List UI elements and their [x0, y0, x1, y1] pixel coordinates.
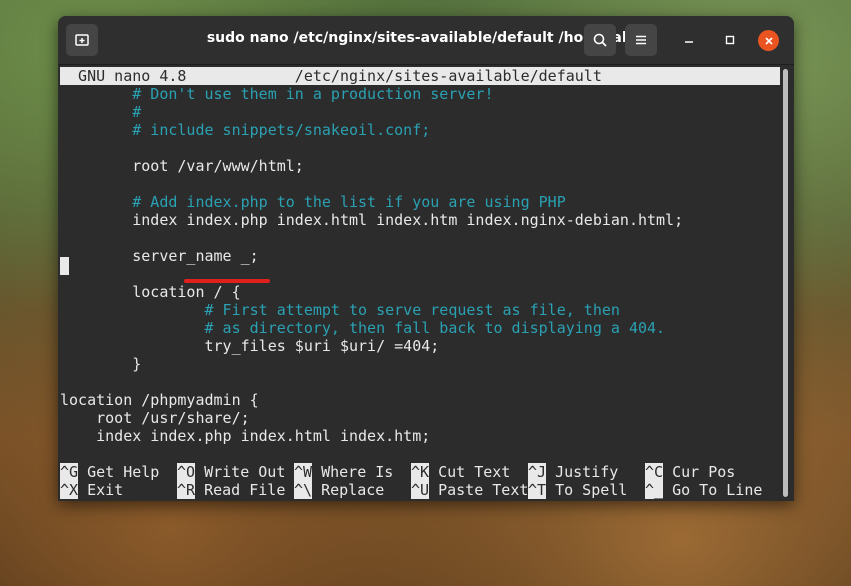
shortcut-label: Write Out — [195, 463, 286, 481]
vertical-scrollbar[interactable] — [783, 69, 788, 497]
code-line: root /usr/share/; — [60, 409, 250, 427]
minimize-icon — [685, 41, 693, 43]
shortcut-write-out[interactable]: ^O Write Out — [177, 463, 285, 481]
code-line: # Add index.php to the list if you are u… — [60, 193, 566, 211]
code-line: index index.php index.html index.htm; — [60, 427, 431, 445]
highlight-underline — [184, 279, 270, 283]
text-cursor — [60, 257, 69, 275]
shortcut-key: ^X — [60, 481, 79, 499]
terminal-content[interactable]: GNU nano 4.8 /etc/nginx/sites-available/… — [58, 65, 794, 501]
menu-button[interactable] — [625, 24, 657, 56]
close-icon — [764, 36, 773, 45]
code-line: try_files $uri $uri/ =404; — [60, 337, 440, 355]
close-button[interactable] — [758, 30, 779, 51]
shortcut-exit[interactable]: ^X Exit — [60, 481, 123, 499]
nano-shortcut-bar: ^G Get Help ^O Write Out ^W Where Is ^K … — [60, 463, 790, 499]
shortcut-key: ^C — [645, 463, 664, 481]
shortcut-label: Justify — [546, 463, 619, 481]
code-line: server_name _; — [60, 247, 259, 265]
shortcut-label: Read File — [195, 481, 286, 499]
shortcut-key: ^U — [411, 481, 430, 499]
code-line: location / { — [60, 283, 241, 301]
shortcut-cut-text[interactable]: ^K Cut Text — [411, 463, 510, 481]
shortcut-label: Get Help — [78, 463, 160, 481]
shortcut-paste-text[interactable]: ^U Paste Text — [411, 481, 528, 499]
code-line: # Don't use them in a production server! — [60, 85, 494, 103]
maximize-button[interactable] — [720, 30, 740, 50]
shortcut-key: ^W — [294, 463, 313, 481]
code-line: # include snippets/snakeoil.conf; — [60, 121, 431, 139]
search-icon — [593, 33, 607, 47]
search-button[interactable] — [584, 24, 616, 56]
hamburger-menu-icon — [636, 35, 646, 45]
shortcut-justify[interactable]: ^J Justify — [528, 463, 618, 481]
shortcut-label: Exit — [78, 481, 124, 499]
shortcut-get-help[interactable]: ^G Get Help — [60, 463, 159, 481]
shortcut-go-to-line[interactable]: ^_ Go To Line — [645, 481, 762, 499]
shortcut-key: ^_ — [645, 481, 664, 499]
maximize-icon — [725, 35, 735, 45]
shortcut-to-spell[interactable]: ^T To Spell — [528, 481, 627, 499]
code-line: # First attempt to serve request as file… — [60, 301, 620, 319]
shortcut-row: ^X Exit ^R Read File ^\ Replace ^U Paste… — [60, 481, 790, 499]
shortcut-label: Replace — [312, 481, 385, 499]
code-line: location /phpmyadmin { — [60, 391, 259, 409]
shortcut-row: ^G Get Help ^O Write Out ^W Where Is ^K … — [60, 463, 790, 481]
code-line: # as directory, then fall back to displa… — [60, 319, 666, 337]
shortcut-key: ^T — [528, 481, 547, 499]
shortcut-key: ^R — [177, 481, 196, 499]
nano-header-bar: GNU nano 4.8 /etc/nginx/sites-available/… — [60, 67, 780, 85]
shortcut-key: ^\ — [294, 481, 313, 499]
shortcut-cur-pos[interactable]: ^C Cur Pos — [645, 463, 735, 481]
shortcut-label: Cut Text — [429, 463, 511, 481]
editor-buffer[interactable]: # Don't use them in a production server!… — [60, 85, 780, 445]
new-tab-button[interactable] — [66, 24, 98, 56]
shortcut-key: ^K — [411, 463, 430, 481]
new-tab-icon — [75, 34, 89, 46]
code-line: } — [60, 355, 142, 373]
shortcut-replace[interactable]: ^\ Replace — [294, 481, 384, 499]
code-line: # — [60, 103, 142, 121]
shortcut-where-is[interactable]: ^W Where Is — [294, 463, 393, 481]
shortcut-key: ^G — [60, 463, 79, 481]
shortcut-label: Where Is — [312, 463, 394, 481]
code-line: root /var/www/html; — [60, 157, 304, 175]
shortcut-key: ^O — [177, 463, 196, 481]
shortcut-read-file[interactable]: ^R Read File — [177, 481, 285, 499]
shortcut-label: Cur Pos — [663, 463, 736, 481]
minimize-button[interactable] — [679, 30, 699, 50]
shortcut-label: Go To Line — [663, 481, 763, 499]
shortcut-label: To Spell — [546, 481, 628, 499]
shortcut-key: ^J — [528, 463, 547, 481]
code-line-index: index index.php index.html index.htm ind… — [60, 211, 684, 229]
title-bar[interactable]: sudo nano /etc/nginx/sites-available/def… — [58, 16, 794, 65]
shortcut-label: Paste Text — [429, 481, 529, 499]
terminal-window: sudo nano /etc/nginx/sites-available/def… — [58, 16, 794, 501]
